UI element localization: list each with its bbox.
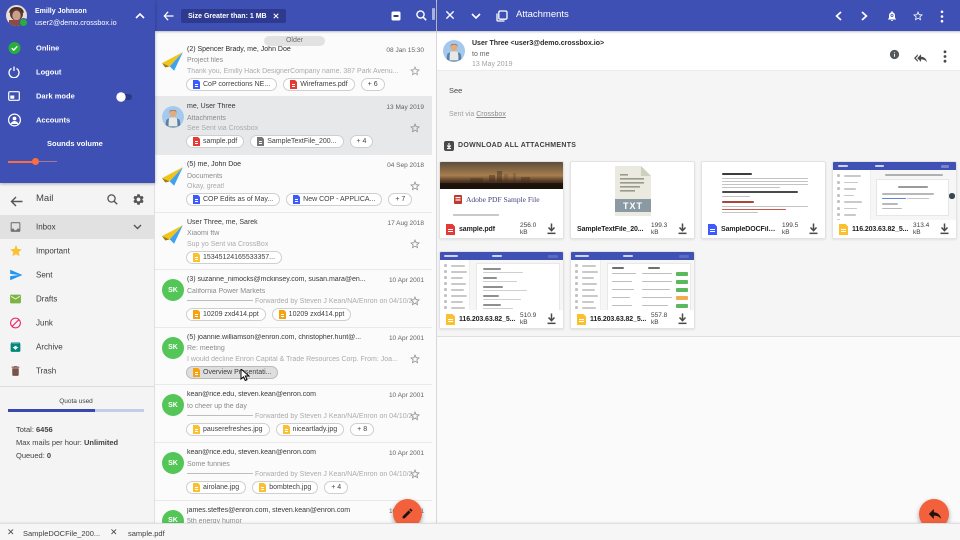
svg-text:TXT: TXT xyxy=(623,201,643,211)
